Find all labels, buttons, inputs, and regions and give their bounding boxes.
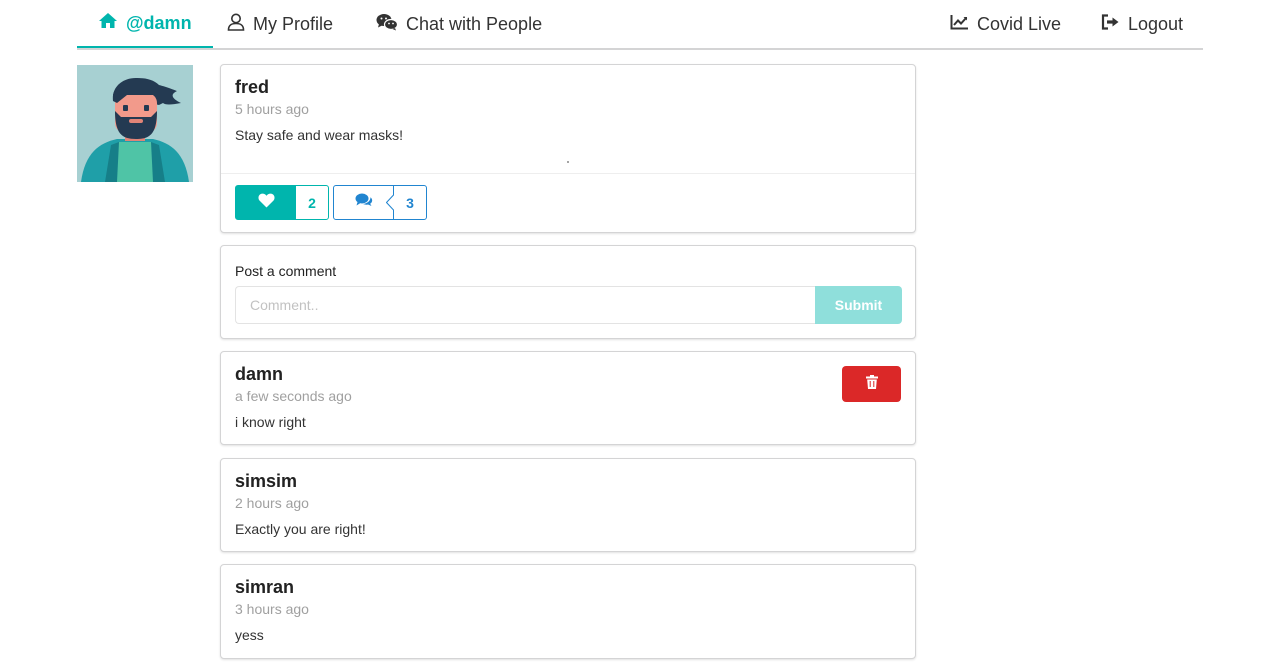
home-icon	[98, 12, 126, 34]
like-button[interactable]: 2	[235, 185, 329, 220]
comment-body: yess	[235, 627, 264, 643]
post-card: fred 5 hours ago Stay safe and wear mask…	[220, 64, 916, 233]
avatar	[77, 65, 193, 182]
comment-card: simsim 2 hours ago Exactly you are right…	[220, 458, 916, 552]
like-count: 2	[308, 194, 316, 211]
post-divider	[221, 173, 915, 174]
comment-body: Exactly you are right!	[235, 521, 366, 537]
comment-author[interactable]: simsim	[235, 471, 297, 492]
comment-card: simran 3 hours ago yess	[220, 564, 916, 659]
comments-icon	[355, 193, 373, 212]
post-body: Stay safe and wear masks!	[235, 127, 404, 143]
nav-my-profile[interactable]: My Profile	[227, 0, 333, 48]
nav-chat[interactable]: Chat with People	[376, 0, 542, 48]
nav-home[interactable]: @damn	[77, 0, 213, 48]
comment-form-label: Post a comment	[235, 263, 337, 279]
post-time: 5 hours ago	[235, 101, 309, 117]
like-arrow	[289, 196, 296, 210]
comment-time: a few seconds ago	[235, 388, 352, 404]
comment-arrow	[386, 186, 394, 219]
post-author[interactable]: fred	[235, 77, 269, 98]
user-icon	[227, 13, 253, 36]
comment-card: damn a few seconds ago i know right	[220, 351, 916, 445]
comment-count-button[interactable]: 3	[333, 185, 427, 220]
comment-author[interactable]: simran	[235, 577, 294, 598]
comment-count: 3	[406, 194, 414, 211]
like-button-fill	[236, 186, 296, 219]
submit-button[interactable]: Submit	[815, 286, 902, 324]
line-chart-icon	[950, 14, 977, 35]
nav-logout-label: Logout	[1128, 13, 1184, 34]
comment-time: 3 hours ago	[235, 601, 309, 617]
wechat-icon	[376, 13, 406, 36]
comment-form-card: Post a comment Submit	[220, 245, 916, 339]
comment-input[interactable]	[235, 286, 815, 324]
comment-body: i know right	[235, 414, 306, 430]
heart-icon	[257, 193, 275, 213]
nav-my-profile-label: My Profile	[253, 13, 334, 34]
nav-chat-label: Chat with People	[406, 13, 543, 34]
comment-time: 2 hours ago	[235, 495, 309, 511]
comment-button-icon-area	[334, 186, 394, 219]
top-menu: @damn My Profile Chat with People Covid …	[77, 0, 1203, 50]
trash-icon	[865, 374, 878, 394]
image-placeholder-dot	[567, 161, 569, 163]
nav-home-label: @damn	[126, 12, 192, 33]
sign-out-icon	[1101, 13, 1128, 35]
delete-comment-button[interactable]	[842, 366, 901, 402]
nav-logout[interactable]: Logout	[1101, 0, 1183, 48]
nav-covid-live[interactable]: Covid Live	[950, 0, 1061, 48]
nav-covid-label: Covid Live	[977, 13, 1062, 34]
comment-author[interactable]: damn	[235, 364, 283, 385]
